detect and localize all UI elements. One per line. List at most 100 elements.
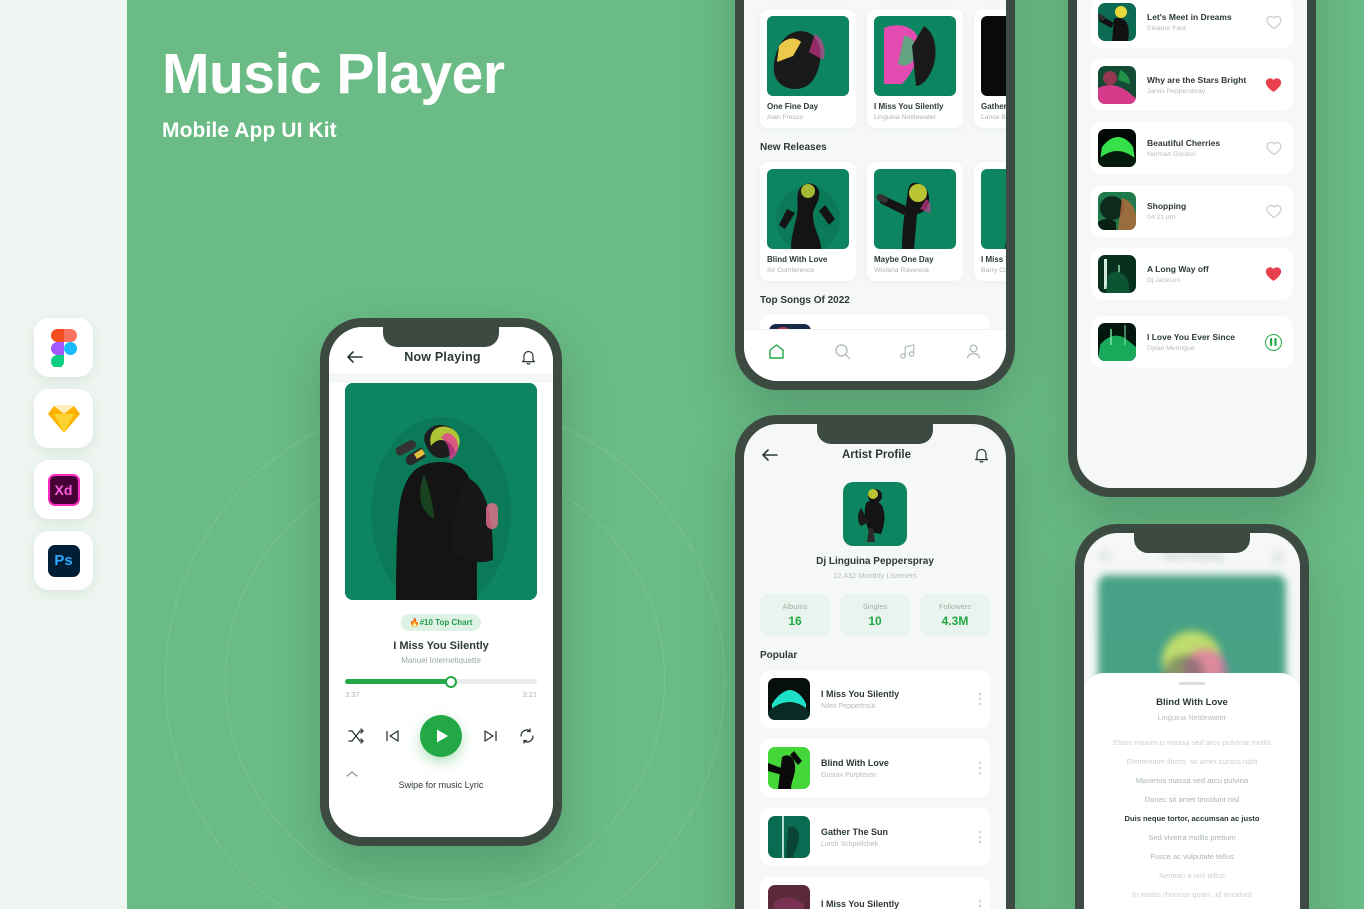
kebab-menu-icon[interactable] xyxy=(978,830,982,844)
top-chart-badge: 🔥#10 Top Chart xyxy=(400,614,482,631)
current-song-artist: Manuel Internetiquette xyxy=(401,656,481,665)
swipe-lyrics-hint[interactable]: Swipe for music Lyric xyxy=(345,770,537,790)
album-card[interactable]: Gather The Sun Lance Bandana xyxy=(974,9,1006,128)
album-card[interactable]: I Miss You Silently Linguina Nettlewater xyxy=(867,9,963,128)
artist-stats: Albums 16 Singles 10 Followers 4.3M xyxy=(744,594,1006,636)
trending-card-row: One Fine Day Alan Fresco I Miss You Sile… xyxy=(744,9,1006,128)
list-item[interactable]: Shopping 04:21 pm xyxy=(1091,185,1293,237)
album-card[interactable]: Blind With Love Sir Cumference xyxy=(760,162,856,281)
popular-song-row[interactable]: I Miss You Silently xyxy=(760,877,990,909)
album-subtitle: Norman Gordon xyxy=(1147,151,1196,158)
song-title: I Miss You Silently xyxy=(821,899,900,909)
sketch-tool-card[interactable] xyxy=(34,389,93,448)
album-title: Shopping xyxy=(1147,201,1187,211)
popular-section-title: Popular xyxy=(760,650,798,661)
back-arrow-icon[interactable] xyxy=(1100,550,1114,562)
now-playing-screen: Now Playing 🔥#10 Top Chart I Miss You Si… xyxy=(329,327,553,837)
list-item[interactable]: Why are the Stars Bright Jarvis Peppersb… xyxy=(1091,59,1293,111)
time-elapsed: 3:37 xyxy=(345,690,360,699)
play-button[interactable] xyxy=(420,715,462,757)
album-title: Beautiful Cherries xyxy=(1147,138,1221,148)
playback-controls xyxy=(345,715,537,757)
tab-profile[interactable] xyxy=(965,343,982,360)
bell-icon[interactable] xyxy=(1272,550,1284,563)
bell-icon[interactable] xyxy=(974,448,988,463)
stat-followers: Followers 4.3M xyxy=(920,594,990,636)
album-artist: Barry Cuda xyxy=(981,267,1006,274)
kebab-menu-icon[interactable] xyxy=(978,692,982,706)
phone-albums: Albums love Game Dj Linguina xyxy=(1068,0,1316,497)
back-arrow-icon[interactable] xyxy=(762,448,778,462)
photoshop-tool-card[interactable]: Ps xyxy=(34,531,93,590)
phone-notch xyxy=(1134,533,1250,553)
album-card[interactable]: One Fine Day Alan Fresco xyxy=(760,9,856,128)
new-releases-card-row: Blind With Love Sir Cumference Maybe One… xyxy=(744,162,1006,281)
album-thumbnail xyxy=(874,16,956,96)
list-item[interactable]: Let's Meet in Dreams Eleanor Fant xyxy=(1091,0,1293,48)
heart-outline-icon[interactable] xyxy=(1266,15,1282,30)
song-thumbnail xyxy=(768,885,810,909)
album-title: I Miss You Silently xyxy=(874,102,944,111)
heart-filled-icon[interactable] xyxy=(1265,77,1282,93)
song-title: Gather The Sun xyxy=(821,826,889,837)
pause-circle-icon[interactable] xyxy=(1265,333,1282,351)
album-title: Gather The Sun xyxy=(981,102,1006,111)
album-thumbnail xyxy=(1098,129,1136,167)
adobe-xd-tool-card[interactable]: Xd xyxy=(34,460,93,519)
previous-icon[interactable] xyxy=(384,728,401,745)
heart-outline-icon[interactable] xyxy=(1266,141,1282,156)
album-title: Let's Meet in Dreams xyxy=(1147,12,1232,22)
progress-section: 3:37 3:21 xyxy=(345,675,537,699)
shuffle-icon[interactable] xyxy=(347,728,364,745)
album-thumbnail xyxy=(1098,3,1136,41)
lyrics-screen: Now Playing Blind With Love Linguina Net… xyxy=(1084,533,1300,909)
popular-song-row[interactable]: I Miss You Silently Niles Peppertrout xyxy=(760,670,990,728)
popular-song-row[interactable]: Blind With Love Gustav Purpleson xyxy=(760,739,990,797)
album-artist: Sir Cumference xyxy=(767,267,815,274)
tab-home[interactable] xyxy=(768,343,785,360)
album-title: Maybe One Day xyxy=(874,255,934,264)
album-card[interactable]: I Miss You Silently Barry Cuda xyxy=(974,162,1006,281)
repeat-icon[interactable] xyxy=(518,728,535,745)
tool-icon-list: Xd Ps xyxy=(34,318,93,602)
list-item[interactable]: Beautiful Cherries Norman Gordon xyxy=(1091,122,1293,174)
lyric-line: Etiam maximus massa sed arcu pulvinar mo… xyxy=(1113,738,1271,747)
list-item[interactable]: I Love You Ever Since Dylan Meringue xyxy=(1091,316,1293,368)
song-title: I Miss You Silently xyxy=(821,688,900,699)
stat-value: 10 xyxy=(868,614,882,628)
photoshop-icon: Ps xyxy=(47,544,80,577)
figma-tool-card[interactable] xyxy=(34,318,93,377)
song-artist: Niles Peppertrout xyxy=(821,702,876,710)
time-labels: 3:37 3:21 xyxy=(345,690,537,699)
kebab-menu-icon[interactable] xyxy=(978,899,982,909)
artist-profile-title: Artist Profile xyxy=(841,449,911,461)
stat-label: Albums xyxy=(782,602,808,611)
album-subtitle: Jarvis Peppersbray xyxy=(1147,88,1206,95)
tab-search[interactable] xyxy=(834,343,851,360)
swipe-hint-label: Swipe for music Lyric xyxy=(398,780,484,790)
lyric-line: Fusce ac vulputate tellus xyxy=(1150,852,1234,861)
next-icon[interactable] xyxy=(482,728,499,745)
monthly-listeners: 12.432 Monthly Listeners xyxy=(833,571,917,580)
current-song-title: I Miss You Silently xyxy=(393,640,489,652)
tab-music[interactable] xyxy=(899,343,916,360)
progress-slider[interactable] xyxy=(345,675,537,688)
back-arrow-icon[interactable] xyxy=(347,350,363,364)
album-thumbnail xyxy=(1098,255,1136,293)
sheet-grip-handle[interactable] xyxy=(1179,682,1205,685)
album-title: One Fine Day xyxy=(767,102,819,111)
bell-icon[interactable] xyxy=(522,350,535,365)
phone-notch xyxy=(383,327,499,347)
lyric-line: In mattis rhoncus quam, id tincidunt xyxy=(1132,890,1252,899)
hero-block: Music Player Mobile App UI Kit xyxy=(162,44,505,143)
heart-outline-icon[interactable] xyxy=(1266,204,1282,219)
album-artwork xyxy=(345,383,537,600)
list-item[interactable]: A Long Way off Dj Jackson xyxy=(1091,248,1293,300)
album-card[interactable]: Maybe One Day Wisteria Ravencia xyxy=(867,162,963,281)
progress-knob[interactable] xyxy=(444,675,457,688)
heart-filled-icon[interactable] xyxy=(1265,266,1282,282)
song-artist: Lurch Schpellchek xyxy=(821,840,879,848)
now-playing-body: 🔥#10 Top Chart I Miss You Silently Manue… xyxy=(329,383,553,837)
popular-song-row[interactable]: Gather The Sun Lurch Schpellchek xyxy=(760,808,990,866)
kebab-menu-icon[interactable] xyxy=(978,761,982,775)
